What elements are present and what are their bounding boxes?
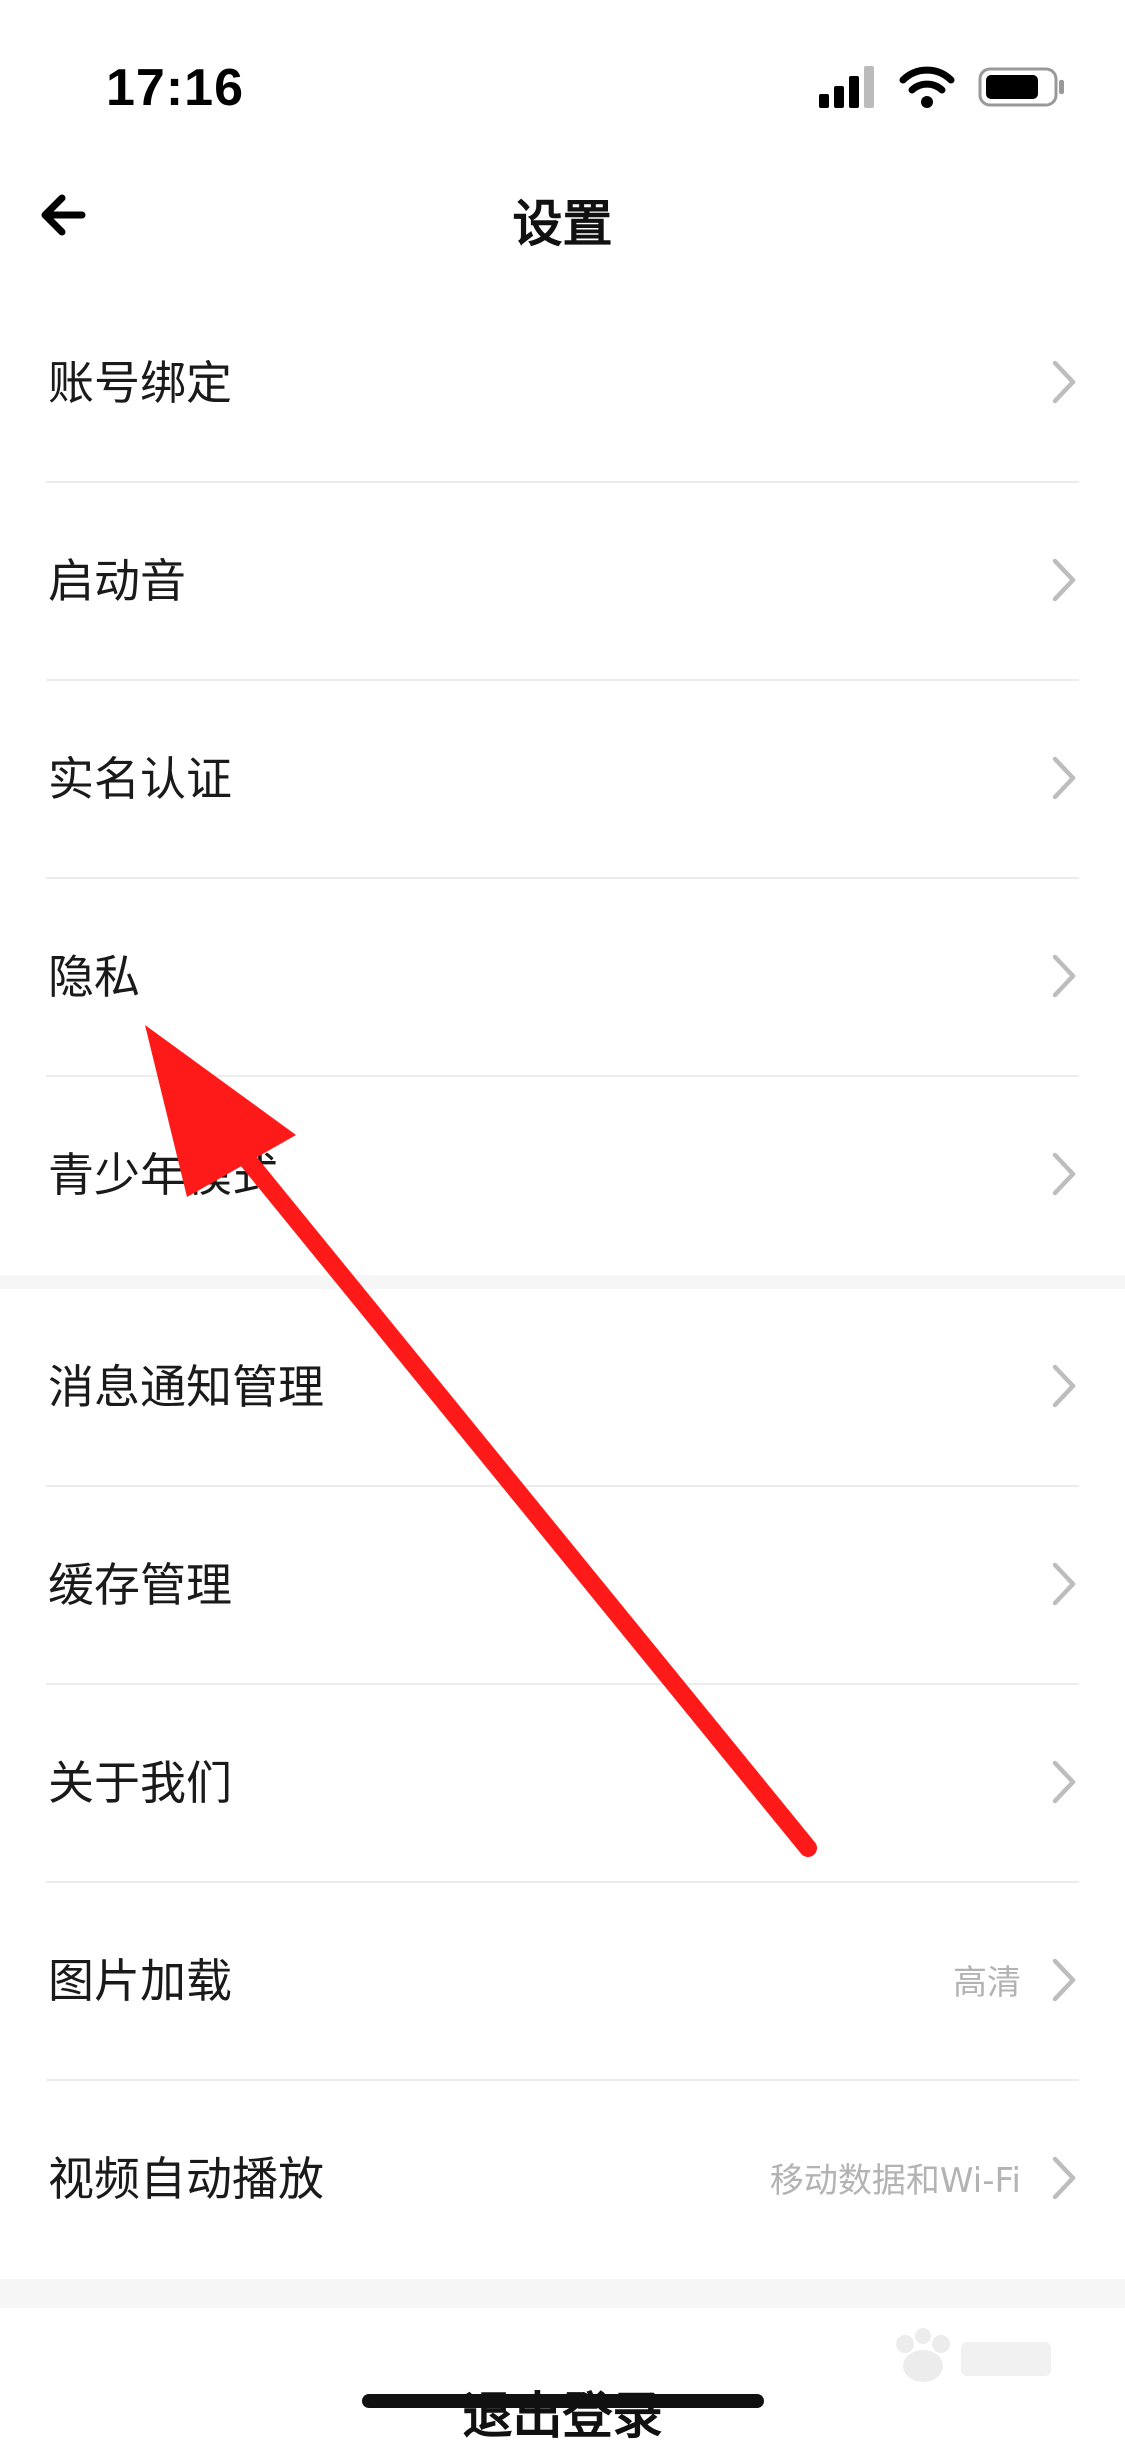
status-time: 17:16: [106, 59, 244, 117]
settings-row-privacy[interactable]: 隐私: [0, 879, 1125, 1077]
chevron-right-icon: [1052, 1562, 1076, 1606]
section-gap: [0, 1275, 1125, 1289]
row-label: 图片加载: [48, 1954, 232, 2008]
chevron-right-icon: [1052, 2156, 1076, 2200]
row-label: 消息通知管理: [48, 1360, 324, 1414]
settings-row-teen-mode[interactable]: 青少年模式: [0, 1077, 1125, 1275]
chevron-right-icon: [1052, 954, 1076, 998]
chevron-right-icon: [1052, 558, 1076, 602]
cellular-signal-icon: [817, 64, 877, 114]
row-label: 青少年模式: [48, 1148, 278, 1202]
wifi-icon: [899, 64, 955, 114]
row-label: 账号绑定: [48, 356, 232, 410]
home-indicator: [362, 2394, 764, 2408]
chevron-right-icon: [1052, 360, 1076, 404]
settings-row-startup-sound[interactable]: 启动音: [0, 483, 1125, 681]
row-label: 实名认证: [48, 752, 232, 806]
section-gap: [0, 2279, 1125, 2308]
settings-row-real-name[interactable]: 实名认证: [0, 681, 1125, 879]
row-value: 移动数据和Wi-Fi: [769, 2161, 1021, 2201]
settings-row-about[interactable]: 关于我们: [0, 1685, 1125, 1883]
navigation-bar: 设置: [0, 150, 1125, 285]
page-title: 设置: [512, 195, 613, 253]
chevron-right-icon: [1052, 1958, 1076, 2002]
settings-row-notifications[interactable]: 消息通知管理: [0, 1289, 1125, 1487]
settings-row-video-autoplay[interactable]: 视频自动播放 移动数据和Wi-Fi: [0, 2081, 1125, 2279]
chevron-right-icon: [1052, 1364, 1076, 1408]
chevron-right-icon: [1052, 1760, 1076, 1804]
settings-row-account-binding[interactable]: 账号绑定: [0, 285, 1125, 483]
settings-group-2: 消息通知管理 缓存管理 关于我们 图片加载 高清 视频自动播放 移动数据和Wi-…: [0, 1289, 1125, 2279]
chevron-right-icon: [1052, 756, 1076, 800]
row-label: 关于我们: [48, 1756, 232, 1810]
status-bar: 17:16: [0, 0, 1125, 150]
row-label: 隐私: [48, 950, 140, 1004]
row-label: 视频自动播放: [48, 2152, 324, 2206]
row-label: 缓存管理: [48, 1558, 232, 1612]
settings-row-image-loading[interactable]: 图片加载 高清: [0, 1883, 1125, 2081]
settings-group-1: 账号绑定 启动音 实名认证 隐私 青少年模式: [0, 285, 1125, 1275]
chevron-right-icon: [1052, 1152, 1076, 1196]
row-label: 启动音: [48, 554, 186, 608]
battery-icon: [977, 64, 1067, 114]
settings-row-cache[interactable]: 缓存管理: [0, 1487, 1125, 1685]
baidu-watermark-logo: [865, 2322, 1065, 2402]
row-value: 高清: [953, 1963, 1021, 2003]
